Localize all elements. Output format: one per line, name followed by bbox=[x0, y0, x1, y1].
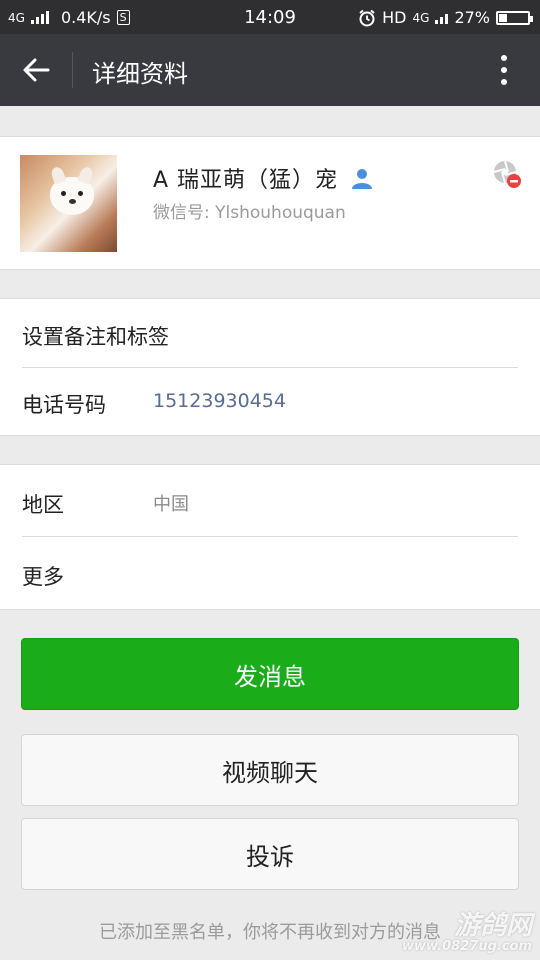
phone-row: 电话号码 15123930454 bbox=[0, 368, 540, 435]
phone-number-link[interactable]: 15123930454 bbox=[153, 390, 286, 412]
more-options-icon[interactable] bbox=[492, 52, 516, 88]
dog-picture bbox=[50, 177, 94, 215]
signal-icon-right bbox=[435, 11, 449, 24]
status-bar: 4G 0.4K/s S 14:09 HD 4G 27% bbox=[0, 0, 540, 34]
info-group-1: 设置备注和标签 电话号码 15123930454 bbox=[0, 298, 540, 436]
wechat-id: 微信号: Ylshouhouquan bbox=[153, 203, 346, 223]
network-type-right: 4G bbox=[412, 10, 430, 25]
region-value: 中国 bbox=[153, 494, 189, 515]
phone-label: 电话号码 bbox=[22, 393, 106, 417]
remark-tag-row[interactable]: 设置备注和标签 bbox=[0, 299, 540, 367]
title-divider bbox=[72, 52, 73, 88]
battery-icon bbox=[496, 10, 533, 25]
report-button[interactable]: 投诉 bbox=[21, 818, 519, 890]
back-arrow-icon[interactable] bbox=[20, 54, 52, 86]
contact-name-row: A 瑞亚萌（猛）宠 bbox=[153, 162, 374, 194]
more-label: 更多 bbox=[22, 565, 64, 589]
alarm-icon bbox=[359, 9, 375, 26]
person-icon bbox=[352, 169, 373, 189]
region-label: 地区 bbox=[22, 493, 64, 517]
moments-blocked-icon bbox=[493, 160, 521, 188]
profile-card: A 瑞亚萌（猛）宠 微信号: Ylshouhouquan bbox=[0, 136, 540, 270]
battery-percent: 27% bbox=[454, 8, 490, 27]
hd-indicator: HD bbox=[382, 8, 407, 27]
avatar[interactable] bbox=[20, 155, 117, 252]
remark-tag-label: 设置备注和标签 bbox=[22, 325, 169, 349]
region-row: 地区 中国 bbox=[0, 465, 540, 536]
watermark: 游鸽网 www.0827ug.com bbox=[402, 912, 532, 954]
send-message-button[interactable]: 发消息 bbox=[21, 638, 519, 710]
page-title: 详细资料 bbox=[92, 60, 188, 88]
watermark-title: 游鸽网 bbox=[453, 911, 532, 941]
info-group-2: 地区 中国 更多 bbox=[0, 464, 540, 610]
video-chat-button[interactable]: 视频聊天 bbox=[21, 734, 519, 806]
more-row[interactable]: 更多 bbox=[0, 537, 540, 609]
title-bar: 详细资料 bbox=[0, 34, 540, 106]
watermark-url: www.0827ug.com bbox=[402, 939, 532, 954]
contact-name: A 瑞亚萌（猛）宠 bbox=[153, 168, 339, 193]
